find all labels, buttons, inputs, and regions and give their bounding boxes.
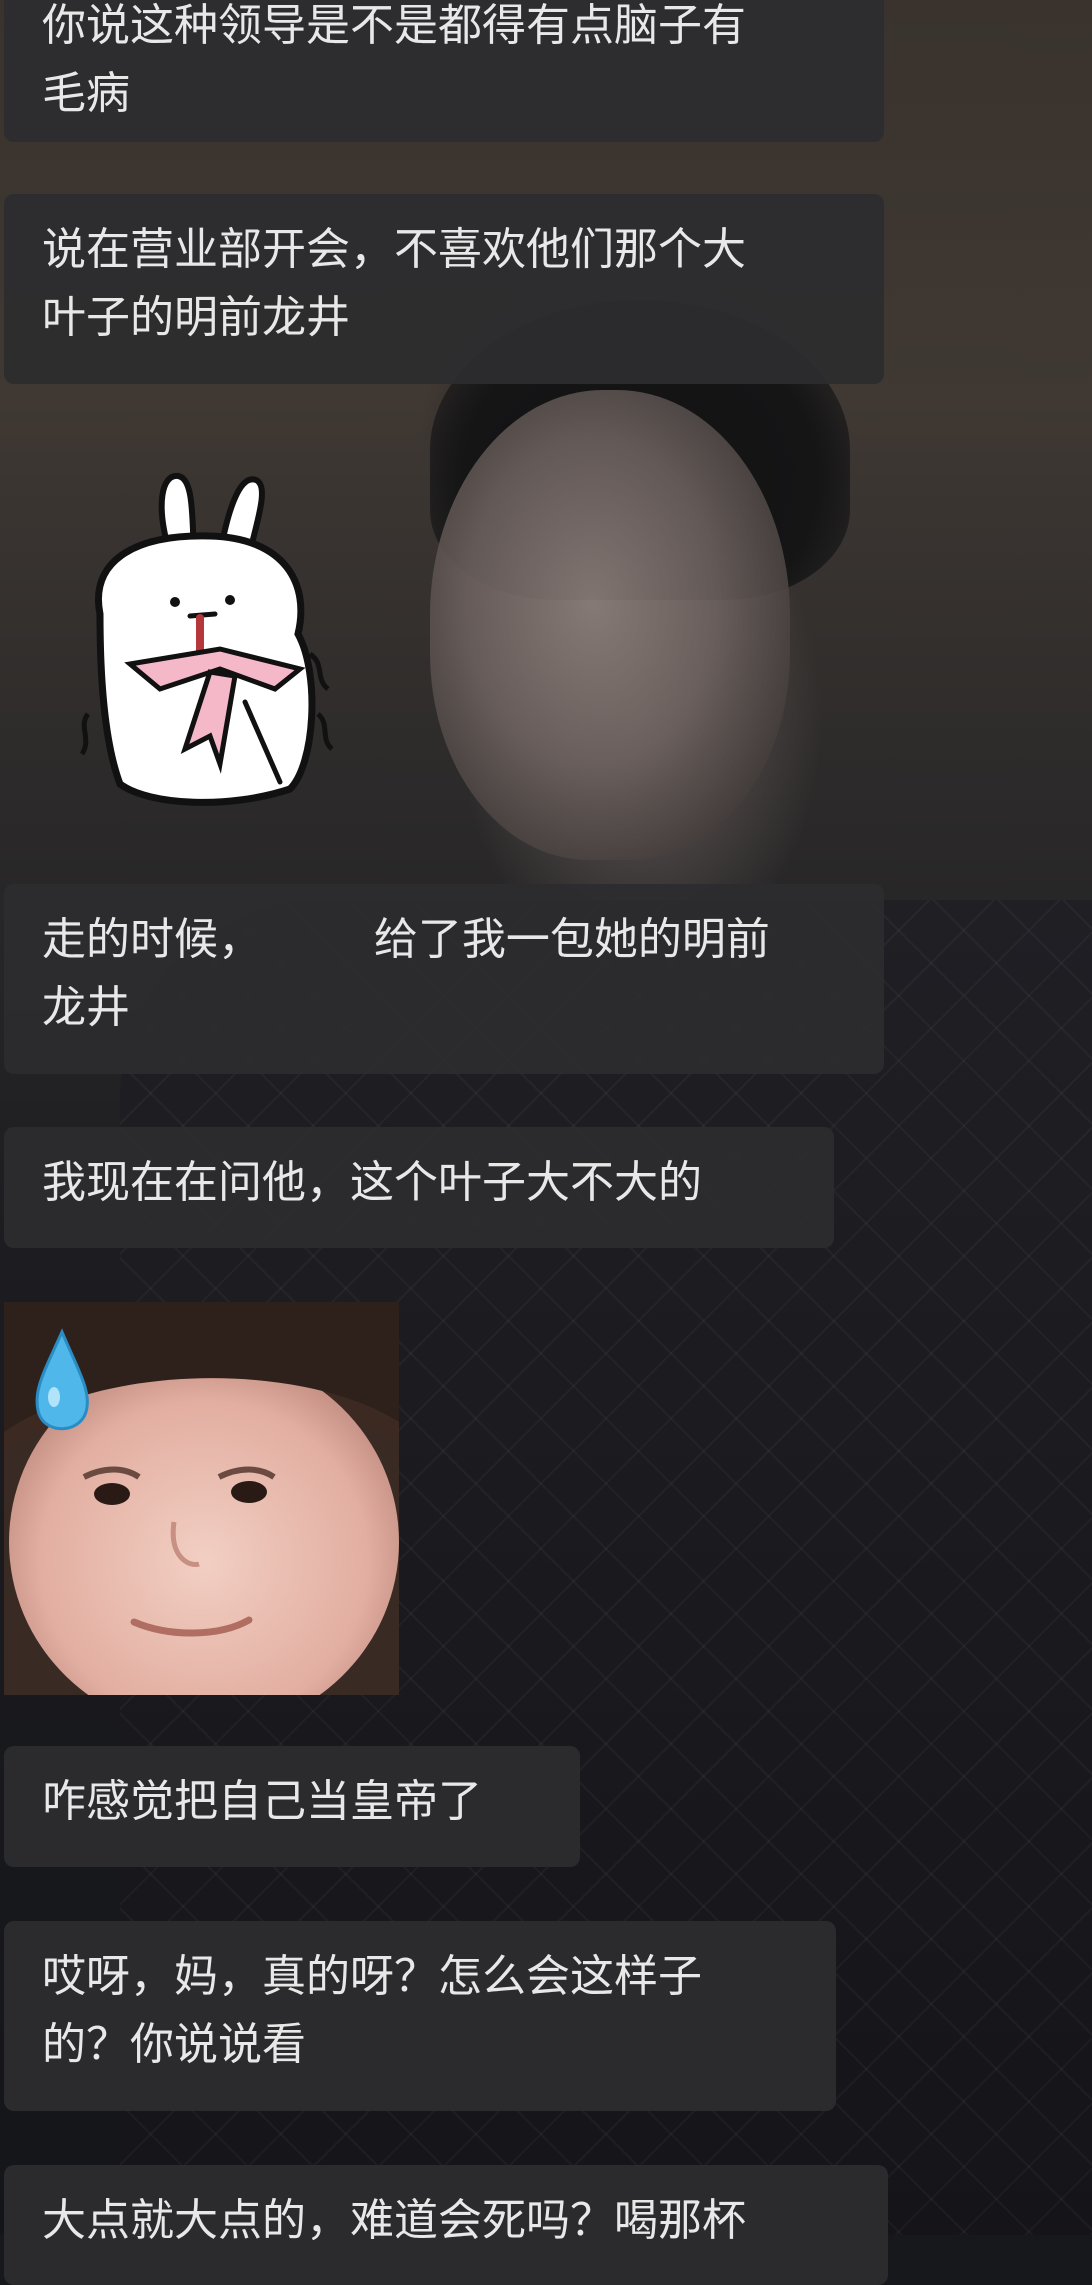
message-bubble[interactable]: 咋感觉把自己当皇帝了 bbox=[4, 1746, 580, 1867]
message-bubble[interactable]: 哎呀，妈，真的呀？怎么会这样子 的？你说说看 bbox=[4, 1921, 836, 2111]
message-bubble[interactable]: 我现在在问他，这个叶子大不大的 bbox=[4, 1127, 834, 1248]
crying-girl-sticker[interactable] bbox=[4, 1302, 399, 1695]
message-bubble[interactable]: 你说这种领导是不是都得有点脑子有 毛病 bbox=[4, 0, 884, 142]
message-bubble[interactable]: 说在营业部开会，不喜欢他们那个大 叶子的明前龙井 bbox=[4, 194, 884, 384]
wallpaper-face bbox=[430, 390, 790, 860]
message-bubble[interactable]: 大点就大点的，难道会死吗？喝那杯 bbox=[4, 2165, 888, 2285]
girl-face-image bbox=[4, 1302, 399, 1695]
rabbit-sticker[interactable] bbox=[70, 464, 350, 814]
message-bubble[interactable]: 走的时候， 给了我一包她的明前 龙井 bbox=[4, 884, 884, 1074]
